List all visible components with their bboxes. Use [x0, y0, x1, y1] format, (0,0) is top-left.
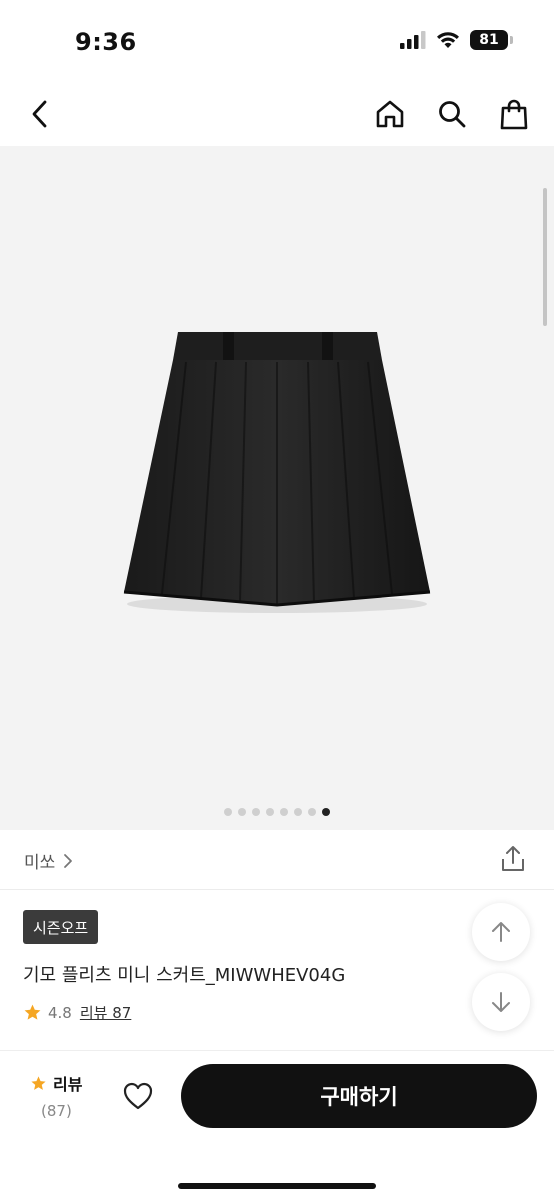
product-title: 기모 플리츠 미니 스커트_MIWWHEV04G: [23, 965, 346, 986]
star-icon: [24, 1004, 41, 1020]
page-dot[interactable]: [238, 808, 246, 816]
bottom-purchase-bar: 리뷰 (87) 구매하기: [0, 1050, 554, 1200]
wifi-icon: [437, 32, 459, 48]
home-icon: [376, 100, 404, 128]
review-count: (87): [41, 1102, 72, 1120]
page-dot[interactable]: [252, 808, 260, 816]
brand-row: 미쏘: [0, 830, 554, 890]
arrow-up-icon: [492, 922, 510, 942]
brand-name: 미쏘: [24, 853, 56, 873]
gallery-page-indicator[interactable]: [0, 808, 554, 816]
page-dot[interactable]: [266, 808, 274, 816]
share-icon: [502, 846, 524, 871]
gallery-scrollbar[interactable]: [543, 188, 547, 326]
back-button[interactable]: [20, 94, 60, 134]
nav-bar: [0, 80, 554, 146]
status-time: 9:36: [75, 28, 137, 56]
arrow-down-icon: [492, 992, 510, 1012]
chevron-left-icon: [32, 100, 47, 128]
home-indicator: [178, 1183, 376, 1189]
season-off-badge: 시즌오프: [23, 910, 99, 944]
review-summary-label: 리뷰: [30, 1071, 100, 1095]
page-dot[interactable]: [294, 808, 302, 816]
search-icon: [439, 101, 466, 128]
search-button[interactable]: [432, 94, 472, 134]
review-label: 리뷰: [53, 1075, 83, 1094]
product-image-skirt: [123, 332, 431, 613]
battery-level: 81: [479, 32, 499, 48]
brand-link[interactable]: 미쏘: [24, 848, 73, 873]
page-dot[interactable]: [308, 808, 316, 816]
share-button[interactable]: [498, 844, 528, 874]
buy-button[interactable]: 구매하기: [181, 1064, 537, 1128]
scroll-top-button[interactable]: [472, 903, 530, 961]
rating-row: 4.8 리뷰 87: [23, 1002, 131, 1023]
page-dot[interactable]: [224, 808, 232, 816]
heart-icon: [123, 1082, 153, 1110]
cart-button[interactable]: [494, 94, 534, 134]
page-dot[interactable]: [280, 808, 288, 816]
product-image-gallery[interactable]: [0, 146, 554, 830]
rating-value: 4.8: [48, 1003, 72, 1022]
chevron-right-icon: [64, 853, 73, 868]
page-dot-active[interactable]: [322, 808, 330, 816]
shopping-bag-icon: [500, 99, 528, 130]
battery-icon: 81: [470, 30, 513, 50]
review-summary[interactable]: 리뷰 (87): [30, 1071, 100, 1120]
star-icon: [31, 1075, 46, 1090]
scroll-bottom-button[interactable]: [472, 973, 530, 1031]
status-bar: 9:36 81: [0, 0, 554, 80]
status-icons: 81: [400, 30, 513, 50]
product-info: 시즌오프 기모 플리츠 미니 스커트_MIWWHEV04G 4.8 리뷰 87: [0, 891, 554, 1051]
cellular-signal-icon: [400, 31, 426, 49]
review-count-link[interactable]: 리뷰 87: [80, 1002, 131, 1023]
home-button[interactable]: [370, 94, 410, 134]
wishlist-button[interactable]: [121, 1079, 155, 1113]
